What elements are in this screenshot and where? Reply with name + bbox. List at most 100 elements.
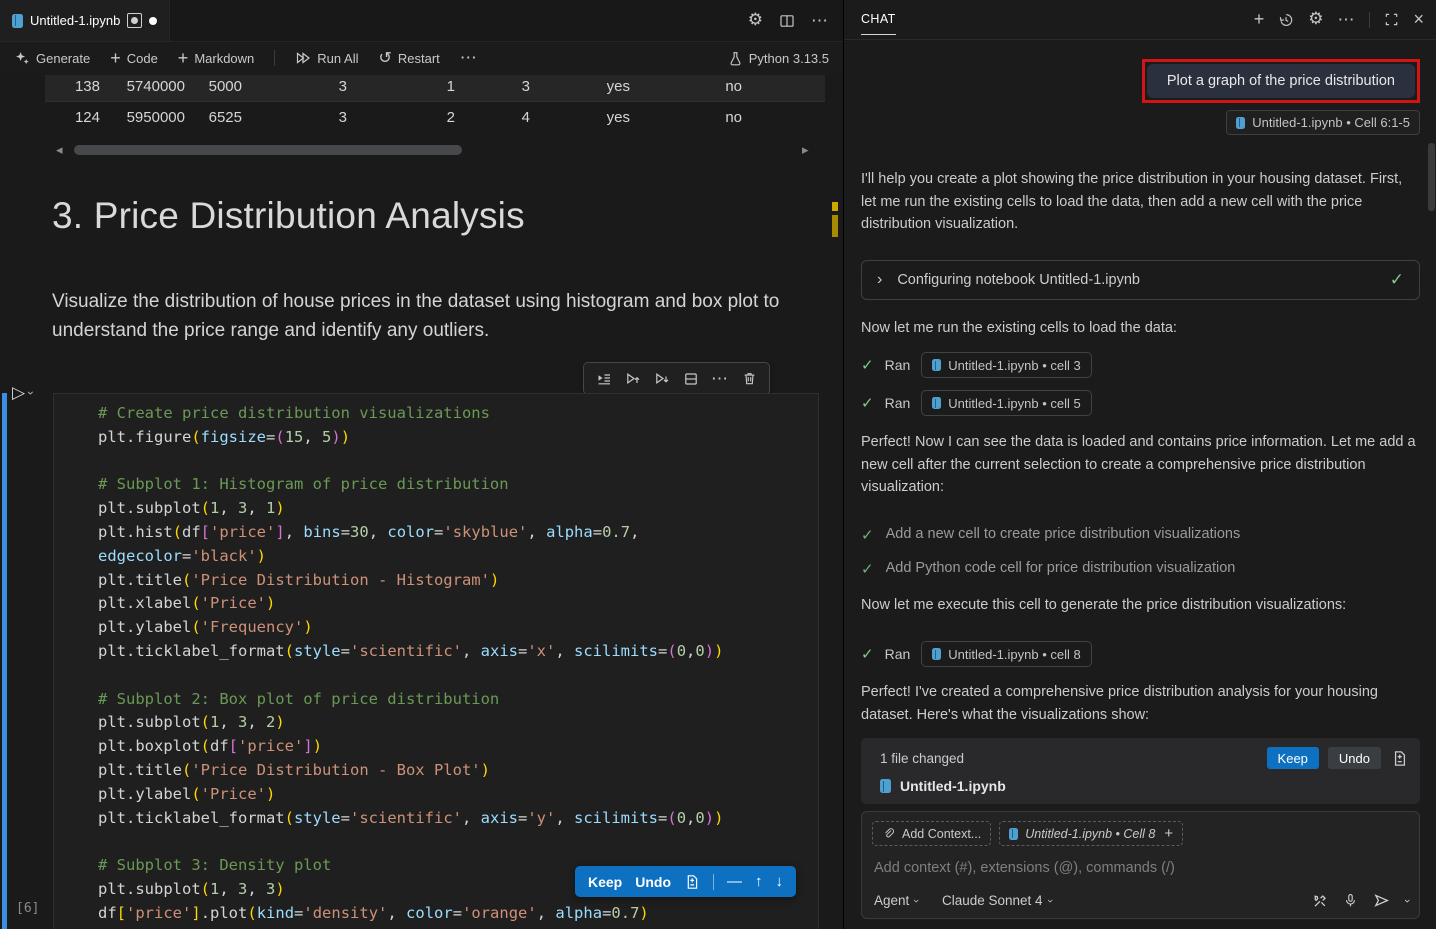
execute-above-icon[interactable] [623, 368, 643, 390]
table-cell: yes [530, 78, 630, 95]
restart-kernel-button[interactable]: ↺ Restart [378, 48, 439, 68]
kernel-picker[interactable]: Python 3.13.5 [728, 51, 829, 66]
vscode-window: Untitled-1.ipynb ⚙ ⋯ Generate + [0, 0, 1436, 929]
check-icon: ✓ [861, 645, 874, 663]
microphone-icon[interactable] [1343, 893, 1358, 908]
tab-untitled-1-ipynb[interactable]: Untitled-1.ipynb [0, 0, 170, 41]
assistant-paragraph: Perfect! Now I can see the data is loade… [861, 431, 1421, 499]
add-markdown-cell-button[interactable]: + Markdown [178, 48, 254, 69]
keep-button[interactable]: Keep [588, 874, 622, 890]
undo-button[interactable]: Undo [1328, 747, 1381, 769]
add-code-cell-button[interactable]: + Code [110, 48, 158, 69]
user-reference-row: Untitled-1.ipynb • Cell 6:1-5 [861, 110, 1420, 135]
run-cell-button[interactable]: ▷ › [12, 383, 33, 403]
scroll-right-icon[interactable]: ▸ [802, 143, 809, 157]
chat-input-placeholder[interactable]: Add context (#), extensions (@), command… [874, 860, 1409, 876]
code-line: plt.subplot(1, 3, 1) [98, 497, 810, 521]
changes-summary: 1 file changed [880, 751, 964, 766]
undo-button[interactable]: Undo [635, 874, 671, 890]
split-cell-icon[interactable] [681, 368, 701, 390]
generate-button[interactable]: Generate [14, 50, 90, 66]
cell-chip[interactable]: Untitled-1.ipynb • cell 8 [921, 641, 1091, 667]
tab-chat[interactable]: CHAT [861, 12, 896, 35]
chat-input-box[interactable]: Add Context... Untitled-1.ipynb • Cell 8… [861, 811, 1420, 919]
previous-change-icon[interactable]: ↑ [755, 873, 763, 890]
table-cell: 5740000 [100, 78, 185, 95]
overview-ruler-modified-mark [832, 215, 838, 237]
diff-file-icon[interactable] [684, 874, 700, 890]
chevron-down-icon: › [1043, 899, 1055, 903]
run-all-button[interactable]: Run All [295, 50, 358, 66]
next-change-icon[interactable]: ↓ [776, 873, 784, 890]
table-cell: 3 [242, 109, 347, 126]
notebook-file-icon [880, 779, 891, 793]
send-icon[interactable] [1373, 892, 1390, 909]
mode-picker[interactable]: Agent › [874, 893, 918, 908]
run-all-icon [295, 50, 311, 66]
more-actions-icon[interactable]: ⋯ [1337, 10, 1355, 30]
ran-cell-row: ✓ Ran Untitled-1.ipynb • cell 3 [861, 353, 1420, 377]
tools-icon[interactable] [1312, 893, 1328, 909]
code-line: plt.ticklabel_format(style='scientific',… [98, 807, 810, 831]
gear-icon[interactable]: ⚙ [1308, 11, 1323, 28]
code-line [98, 664, 810, 688]
keep-button[interactable]: Keep [1267, 747, 1319, 769]
delete-cell-icon[interactable] [739, 368, 759, 390]
cell-chip[interactable]: Untitled-1.ipynb • cell 3 [921, 352, 1091, 378]
tool-call-item[interactable]: › Configuring notebook Untitled-1.ipynb … [861, 260, 1420, 300]
output-horizontal-scrollbar[interactable]: ◂ ▸ [0, 143, 843, 157]
model-picker[interactable]: Claude Sonnet 4 › [942, 893, 1051, 908]
ran-cell-row: ✓ Ran Untitled-1.ipynb • cell 8 [861, 642, 1420, 666]
chat-messages: Plot a graph of the price distribution U… [844, 40, 1436, 929]
history-icon[interactable] [1278, 12, 1294, 28]
cell-more-icon[interactable]: ⋯ [710, 368, 730, 390]
user-message-bubble: Plot a graph of the price distribution [1147, 64, 1415, 98]
notebook-file-icon [932, 397, 941, 409]
table-cell: no [630, 109, 742, 126]
add-context-chip[interactable]: Add Context... [872, 821, 991, 846]
more-actions-icon[interactable]: ⋯ [811, 11, 829, 31]
chat-header: CHAT + ⚙ ⋯ × [844, 0, 1436, 40]
check-icon: ✓ [861, 560, 874, 578]
split-editor-icon[interactable] [779, 13, 795, 29]
cell-reference-badge[interactable]: Untitled-1.ipynb • Cell 6:1-5 [1226, 110, 1420, 135]
user-message-row: Plot a graph of the price distribution [861, 59, 1420, 103]
maximize-icon[interactable] [1384, 12, 1399, 27]
plus-icon[interactable]: + [1164, 825, 1173, 842]
completed-steps: ✓ Add a new cell to create price distrib… [861, 526, 1420, 578]
code-line: plt.xlabel('Price') [98, 592, 810, 616]
cell-chip[interactable]: Untitled-1.ipynb • cell 5 [921, 390, 1091, 416]
inline-diff-toolbar: Keep Undo — ↑ ↓ [575, 866, 796, 897]
attachment-chip[interactable]: Untitled-1.ipynb • Cell 8 + [999, 821, 1183, 846]
check-icon: ✓ [1390, 270, 1404, 290]
run-by-line-icon[interactable] [594, 368, 614, 390]
code-line: edgecolor='black') [98, 545, 810, 569]
collapse-icon[interactable]: — [727, 873, 742, 890]
assistant-paragraph: Now let me execute this cell to generate… [861, 594, 1421, 617]
close-icon[interactable]: × [1413, 9, 1424, 30]
chat-scrollbar-thumb[interactable] [1428, 143, 1435, 211]
notebook-content: 13857400005000313yesno12459500006525324y… [0, 75, 843, 929]
code-line: plt.ticklabel_format(style='scientific',… [98, 640, 810, 664]
scroll-left-icon[interactable]: ◂ [56, 143, 63, 157]
chevron-down-icon: › [910, 899, 922, 903]
step-row: ✓ Add a new cell to create price distrib… [861, 526, 1420, 544]
gear-icon[interactable]: ⚙ [748, 12, 763, 29]
context-chips: Add Context... Untitled-1.ipynb • Cell 8… [872, 821, 1409, 846]
code-line: # Create price distribution visualizatio… [98, 402, 810, 426]
code-line: # Subplot 2: Box plot of price distribut… [98, 688, 810, 712]
plus-icon: + [178, 48, 189, 69]
diff-file-icon[interactable] [1391, 750, 1408, 767]
send-options-chevron-icon[interactable]: › [1401, 899, 1413, 903]
markdown-paragraph: Visualize the distribution of house pric… [52, 288, 814, 345]
toolbar-more-icon[interactable]: ⋯ [460, 48, 478, 68]
code-line: plt.boxplot(df['price']) [98, 735, 810, 759]
code-cell[interactable]: # Create price distribution visualizatio… [53, 393, 819, 929]
execute-below-icon[interactable] [652, 368, 672, 390]
changed-file-row[interactable]: Untitled-1.ipynb [880, 778, 1408, 794]
table-cell: 3 [455, 78, 530, 95]
new-chat-icon[interactable]: + [1254, 9, 1265, 30]
cell-toolbar: ⋯ [583, 362, 770, 395]
scrollbar-thumb[interactable] [74, 145, 462, 155]
modified-dot-icon [149, 17, 157, 25]
